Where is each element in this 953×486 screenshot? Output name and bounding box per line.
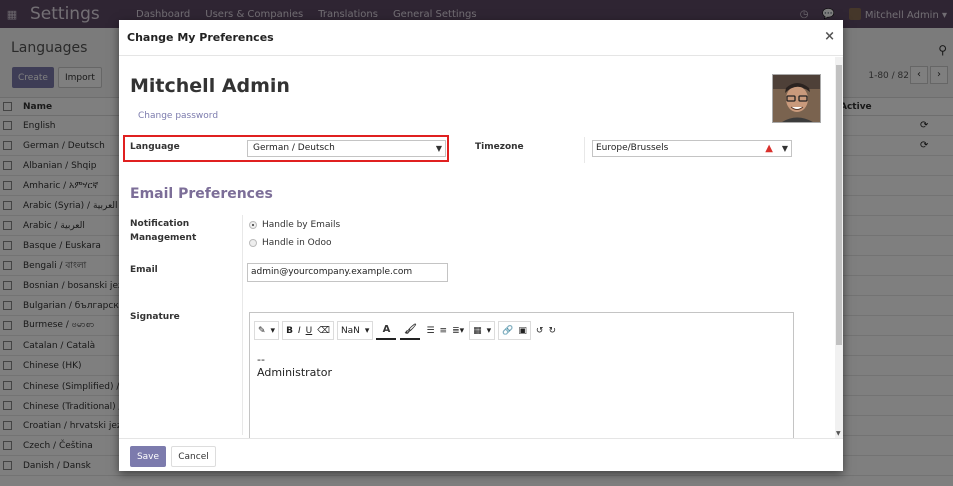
brush-icon[interactable]: 🖌 [400, 321, 421, 340]
list-group: ☰ ≡ ≣▾ [424, 321, 466, 340]
picture-icon[interactable]: ▣ [518, 326, 527, 336]
italic-icon[interactable]: I [298, 326, 301, 336]
underline-icon[interactable]: U [306, 326, 313, 336]
align-icon[interactable]: ≣▾ [452, 326, 464, 336]
signature-content[interactable]: -- Administrator [257, 353, 332, 379]
font-size-value: NaN [340, 325, 360, 336]
user-avatar-image[interactable] [772, 74, 821, 123]
signature-label: Signature [130, 312, 180, 322]
language-select[interactable]: German / Deutsch ▼ [247, 140, 446, 157]
bold-icon[interactable]: B [286, 326, 293, 336]
insert-group: 🔗 ▣ [498, 321, 531, 340]
warning-icon[interactable]: ▲ [765, 141, 773, 156]
caret-down-icon: ▾ [270, 325, 276, 336]
signature-editor[interactable]: ✎ ▾ B I U ⌫ NaN ▾ A 🖌 ☰ ≡ ≣▾ ▦ ▾ 🔗 ▣ ↺ ↻… [249, 312, 794, 438]
column-divider [584, 137, 585, 163]
radio-handle-in-odoo[interactable]: Handle in Odoo [249, 238, 331, 248]
user-name-heading: Mitchell Admin [130, 75, 290, 97]
eraser-icon[interactable]: ⌫ [317, 326, 330, 336]
scrollbar-thumb[interactable] [836, 65, 842, 345]
radio-unselected[interactable] [249, 239, 257, 247]
dialog-scrollbar[interactable]: ▼ [835, 57, 843, 438]
format-group: B I U ⌫ [282, 321, 334, 340]
signature-line: -- [257, 353, 265, 366]
editor-toolbar: ✎ ▾ B I U ⌫ NaN ▾ A 🖌 ☰ ≡ ≣▾ ▦ ▾ 🔗 ▣ ↺ ↻ [254, 319, 561, 342]
unordered-list-icon[interactable]: ☰ [426, 326, 434, 336]
magic-wand-icon: ✎ [258, 325, 266, 336]
caret-down-icon: ▼ [435, 144, 442, 153]
email-preferences-title: Email Preferences [130, 186, 273, 202]
save-button[interactable]: Save [130, 446, 166, 467]
timezone-select[interactable]: Europe/Brussels ▲ ▼ [592, 140, 792, 157]
ordered-list-icon[interactable]: ≡ [440, 326, 448, 336]
notification-label-line1: Notification [130, 219, 190, 229]
scroll-down-icon[interactable]: ▼ [836, 430, 841, 437]
radio-selected[interactable] [249, 221, 257, 229]
caret-down-icon: ▾ [486, 325, 492, 336]
undo-icon[interactable]: ↺ [536, 326, 544, 336]
link-icon[interactable]: 🔗 [502, 326, 513, 336]
table-icon: ▦ [473, 325, 482, 336]
radio-label: Handle by Emails [262, 220, 341, 230]
history-group: ↺ ↻ [534, 321, 558, 340]
email-label: Email [130, 265, 158, 275]
font-color-icon[interactable]: A [376, 321, 397, 340]
dialog-header: Change My Preferences × [119, 20, 843, 56]
signature-line: Administrator [257, 366, 332, 379]
caret-down-icon: ▾ [364, 325, 370, 336]
radio-handle-by-emails[interactable]: Handle by Emails [249, 220, 340, 230]
dialog-title: Change My Preferences [127, 31, 274, 44]
dialog-body: Mitchell Admin Change password Language … [119, 57, 835, 438]
caret-down-icon: ▼ [781, 144, 788, 153]
timezone-select-value: Europe/Brussels [596, 143, 669, 153]
radio-label: Handle in Odoo [262, 238, 332, 248]
change-password-link[interactable]: Change password [138, 111, 218, 121]
dialog-footer: Save Cancel [119, 438, 843, 471]
preferences-dialog: Change My Preferences × Mitchell Admin C… [119, 20, 843, 471]
notification-label-line2: Management [130, 233, 197, 243]
close-icon[interactable]: × [824, 29, 835, 44]
style-dropdown[interactable]: ✎ ▾ [254, 321, 280, 340]
font-size-dropdown[interactable]: NaN ▾ [336, 321, 374, 340]
cancel-button[interactable]: Cancel [171, 446, 216, 467]
label-divider [242, 215, 243, 435]
notification-label: Notification Management [130, 217, 196, 245]
redo-icon[interactable]: ↻ [548, 326, 556, 336]
language-select-value: German / Deutsch [253, 143, 335, 153]
table-dropdown[interactable]: ▦ ▾ [469, 321, 496, 340]
timezone-label: Timezone [475, 142, 524, 152]
language-label: Language [130, 142, 180, 152]
email-field[interactable]: admin@yourcompany.example.com [247, 263, 448, 282]
